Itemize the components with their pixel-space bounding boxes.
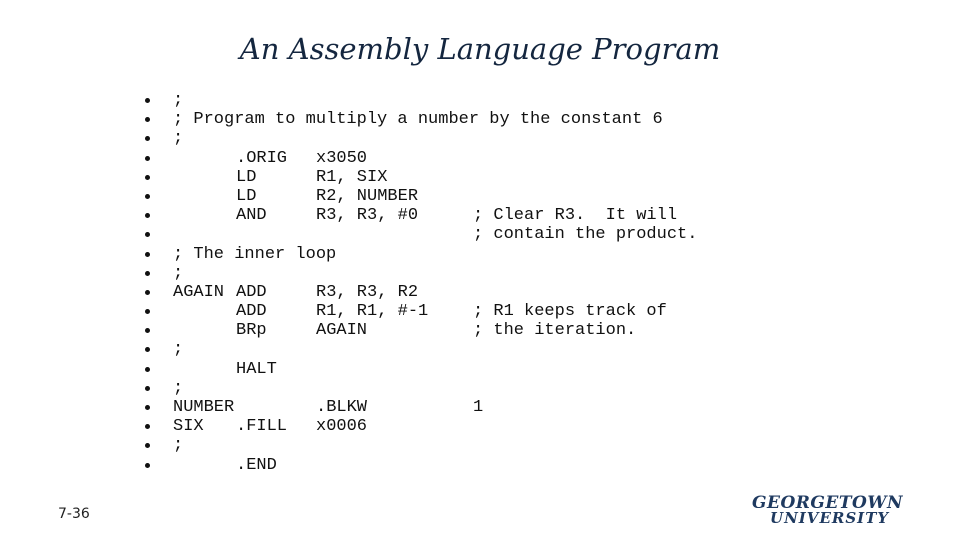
bullet-icon	[145, 117, 150, 123]
bullet-icon	[145, 232, 150, 238]
code-comment: ; contain the product.	[473, 225, 698, 245]
bullet-icon	[145, 213, 150, 219]
bullet-icon	[145, 462, 150, 468]
code-op: HALT	[236, 359, 277, 379]
code-line: ; contain the product.	[0, 225, 960, 244]
code-line: ;	[0, 379, 960, 398]
code-label: ;	[173, 378, 184, 398]
code-comment: ; the iteration.	[473, 321, 637, 341]
code-line: NUMBER .BLKW 1	[0, 398, 960, 417]
code-line: ;	[0, 436, 960, 455]
bullet-icon	[145, 136, 150, 142]
code-listing: ; ; Program to multiply a number by the …	[0, 91, 960, 475]
code-line: ADD R1, R1, #-1 ; R1 keeps track of	[0, 302, 960, 321]
code-label: NUMBER	[173, 398, 235, 417]
code-label: ;	[173, 91, 184, 110]
code-comment: 1	[473, 398, 484, 417]
code-label: ;	[173, 340, 184, 360]
bullet-icon	[145, 366, 150, 372]
code-label: ;	[173, 129, 184, 149]
code-line: ;	[0, 340, 960, 359]
code-args: .BLKW	[316, 398, 368, 417]
georgetown-university-logo: GEORGETOWN UNIVERSITY	[752, 494, 937, 530]
bullet-icon	[145, 155, 150, 161]
code-label: ; The inner loop	[173, 244, 337, 264]
code-line: ; The inner loop	[0, 245, 960, 264]
slide-title: An Assembly Language Program	[239, 32, 721, 66]
bullet-icon	[145, 405, 150, 410]
bullet-icon	[145, 424, 150, 430]
bullet-icon	[145, 289, 150, 295]
code-args: R1, SIX	[316, 167, 388, 187]
code-line: LD R2, NUMBER	[0, 187, 960, 206]
code-line: LD R1, SIX	[0, 168, 960, 187]
logo-line-2: UNIVERSITY	[770, 509, 890, 527]
bullet-icon	[145, 443, 150, 449]
code-op: ADD	[236, 282, 267, 302]
code-op: BRp	[236, 321, 267, 341]
code-args: R3, R3, R2	[316, 282, 419, 302]
bullet-icon	[145, 193, 150, 199]
code-args: R2, NUMBER	[316, 186, 419, 206]
code-line: .END	[0, 456, 960, 475]
code-line: SIX .FILL x0006	[0, 417, 960, 436]
code-args: x0006	[316, 417, 368, 437]
code-op: ADD	[236, 302, 267, 322]
slide-number: 7-36	[58, 506, 90, 522]
code-op: LD	[236, 186, 257, 206]
code-line: ;	[0, 264, 960, 283]
code-op: AND	[236, 206, 267, 226]
code-op: .FILL	[236, 417, 288, 437]
bullet-icon	[145, 270, 150, 276]
code-comment: ; Clear R3. It will	[473, 206, 678, 226]
code-line: AND R3, R3, #0 ; Clear R3. It will	[0, 206, 960, 225]
code-line: ;	[0, 129, 960, 148]
code-line: ;	[0, 91, 960, 110]
bullet-icon	[145, 309, 150, 315]
code-op: LD	[236, 167, 257, 187]
code-label: SIX	[173, 417, 204, 437]
code-line: BRp AGAIN ; the iteration.	[0, 321, 960, 340]
code-label: ;	[173, 436, 184, 456]
code-line: AGAIN ADD R3, R3, R2	[0, 283, 960, 302]
code-comment: ; R1 keeps track of	[473, 302, 667, 322]
code-label: ; Program to multiply a number by the co…	[173, 110, 663, 130]
code-label: AGAIN	[173, 282, 225, 302]
code-line: HALT	[0, 360, 960, 379]
code-line: .ORIG x3050	[0, 149, 960, 168]
code-args: R1, R1, #-1	[316, 302, 429, 322]
code-op: .ORIG	[236, 148, 288, 168]
code-op: .END	[236, 455, 277, 475]
bullet-icon	[145, 98, 150, 103]
bullet-icon	[145, 385, 150, 391]
bullet-icon	[145, 328, 150, 334]
code-args: AGAIN	[316, 321, 368, 341]
bullet-icon	[145, 251, 150, 257]
bullet-icon	[145, 174, 150, 180]
bullet-icon	[145, 347, 150, 353]
code-label: ;	[173, 263, 184, 283]
code-args: R3, R3, #0	[316, 206, 419, 226]
code-args: x3050	[316, 148, 368, 168]
code-line: ; Program to multiply a number by the co…	[0, 110, 960, 129]
